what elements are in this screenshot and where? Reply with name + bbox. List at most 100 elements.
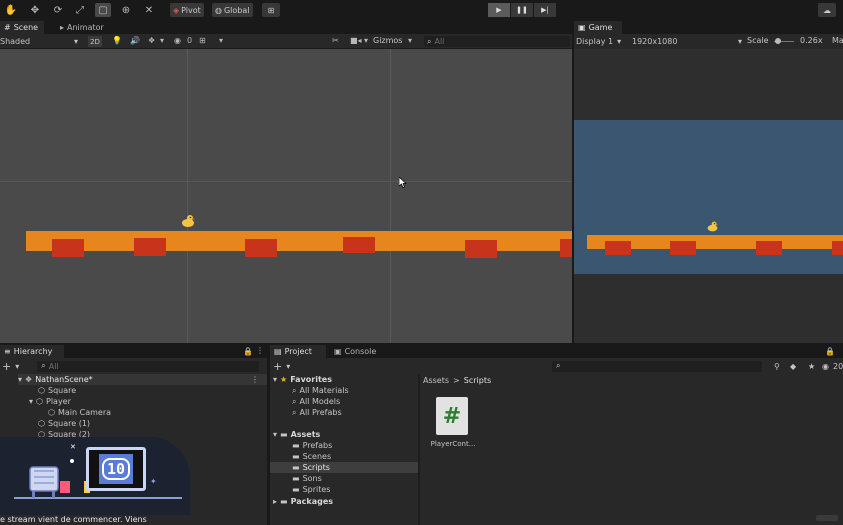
tab-project[interactable]: ▤ Project [270,345,326,358]
breadcrumb-current[interactable]: Scripts [464,376,491,385]
stream-overlay-card: 10 ✦ ✕ [0,437,190,515]
packages-label: Packages [290,497,333,506]
main-toolbar: ✋ ✥ ⟳ ⤢ ▢ ⊕ ✕ ◈ Pivot ◍ Global ⊞ ▶ ❚❚ ▶|… [0,0,843,20]
global-label: Global [223,5,250,15]
camera-icon[interactable]: ■◂ [350,36,362,45]
audio-icon[interactable]: 🔊 [130,36,140,45]
display-dropdown[interactable]: Display 1 ▾ [576,36,621,47]
lock-icon[interactable]: 🔒 [825,347,835,356]
hierarchy-item[interactable]: ⬡ Square (1) [38,418,90,429]
assets-folder[interactable]: ▬ Prefabs [292,440,332,451]
grid-line [0,181,572,182]
project-toolbar: + ▾ ⌕ ⚲ ◆ ★ ◉ 20 [270,359,843,373]
chevron-down-icon[interactable]: ▾ [286,362,290,371]
label-tag-icon[interactable]: ◆ [790,362,796,371]
hidden-layers-count: 0 [187,36,193,45]
red-block [52,239,84,257]
icon-size-slider[interactable] [816,515,838,521]
asset-file-name: PlayerCont... [430,440,476,448]
hierarchy-item-scene[interactable]: ▾ ❖ NathanScene* ⋮ [18,374,267,385]
breadcrumb-root[interactable]: Assets [423,376,449,385]
pause-button[interactable]: ❚❚ [511,3,533,17]
hierarchy-item-label: Player [46,397,71,406]
grid-snap-button[interactable]: ⊞ [262,3,280,17]
chevron-down-icon[interactable]: ▾ [364,36,368,45]
tab-hierarchy[interactable]: ≡ Hierarchy [0,345,64,358]
game-tabbar: ▣ Game [574,21,843,34]
more-options-icon[interactable]: ⋮ [251,375,259,384]
visibility-icon[interactable]: ◉ [174,36,181,45]
star-icon: ★ [280,375,288,384]
scene-search-input[interactable]: ⌕ All [424,36,570,47]
chevron-down-icon: ▾ [29,397,34,406]
tab-game[interactable]: ▣ Game [574,21,622,34]
assets-header[interactable]: ▾ ▬ Assets [273,429,320,440]
hierarchy-search-input[interactable]: ⌕ All [37,360,260,372]
move-tool-icon[interactable]: ✥ [27,3,43,17]
red-block [605,241,631,255]
scale-tool-icon[interactable]: ⤢ [72,3,88,17]
custom-tool-icon[interactable]: ✕ [141,3,157,17]
favorites-label: Favorites [290,375,332,384]
tab-scene[interactable]: # Scene [0,21,44,34]
add-icon[interactable]: + [270,360,282,373]
hierarchy-item[interactable]: ⬡ Square [38,385,76,396]
hand-tool-icon[interactable]: ✋ [3,3,19,17]
tools-icon[interactable]: ✂ [332,36,339,45]
gizmos-button[interactable]: Gizmos [373,36,402,45]
rect-tool-icon[interactable]: ▢ [95,3,111,17]
breadcrumb: Assets > Scripts [423,375,491,386]
filter-type-icon[interactable]: ⚲ [774,362,780,371]
chevron-down-icon[interactable]: ▾ [160,36,164,45]
lock-icon[interactable]: 🔒 [243,347,253,356]
visibility-icon[interactable]: ◉ [822,362,829,371]
folder-icon: ▬ [280,497,288,506]
add-icon[interactable]: + [0,360,11,373]
effects-icon[interactable]: ❖ [148,36,155,45]
scale-slider-handle[interactable] [775,38,781,44]
transform-tool-icon[interactable]: ⊕ [118,3,134,17]
more-options-icon[interactable]: ⋮ [256,346,264,355]
maximize-button[interactable]: Ma [832,36,843,45]
scene-viewport[interactable] [0,49,572,343]
pivot-toggle[interactable]: ◈ Pivot [170,3,204,17]
shading-mode-value: Shaded [0,37,31,46]
asset-file[interactable]: # PlayerCont... [428,397,478,457]
play-button[interactable]: ▶ [488,3,510,17]
shading-mode-dropdown[interactable]: Shaded ▾ [0,36,80,47]
account-button[interactable]: ☁ [818,3,836,17]
resolution-dropdown[interactable]: 1920x1080 ▾ [632,36,742,47]
2d-toggle[interactable]: 2D [88,36,102,47]
favorites-item[interactable]: ⌕ All Materials [292,385,349,396]
tab-animator[interactable]: ▸ Animator [56,21,108,34]
chevron-down-icon[interactable]: ▾ [15,362,19,371]
assets-folder-selected[interactable]: ▬ Scripts [270,462,418,473]
favorite-star-icon[interactable]: ★ [808,362,815,371]
favorites-item[interactable]: ⌕ All Prefabs [292,407,342,418]
favorites-item[interactable]: ⌕ All Models [292,396,340,407]
hierarchy-item[interactable]: ⬡ Main Camera [48,407,111,418]
global-toggle[interactable]: ◍ Global [212,3,253,17]
hierarchy-tabbar: ≡ Hierarchy 🔒 ⋮ [0,345,267,358]
game-viewport[interactable] [574,49,843,343]
tab-animator-label: Animator [67,23,104,32]
splitter[interactable] [418,374,420,525]
step-button[interactable]: ▶| [534,3,556,17]
rotate-tool-icon[interactable]: ⟳ [50,3,66,17]
lighting-icon[interactable]: 💡 [112,36,122,45]
favorites-header[interactable]: ▾ ★ Favorites [273,374,332,385]
assets-folder[interactable]: ▬ Sons [292,473,322,484]
tab-console[interactable]: ▣ Console [330,345,380,358]
chevron-down-icon[interactable]: ▾ [219,36,223,45]
chevron-down-icon[interactable]: ▾ [408,36,412,45]
hierarchy-item[interactable]: ▾ ⬡ Player [29,396,71,407]
project-search-input[interactable]: ⌕ [552,360,762,372]
red-block [134,238,166,256]
grid-snap-icon[interactable]: ⊞ [199,36,206,45]
hierarchy-item-label: Square [47,386,77,395]
assets-folder[interactable]: ▬ Scenes [292,451,331,462]
assets-folder[interactable]: ▬ Sprites [292,484,330,495]
red-block [560,239,572,257]
packages-header[interactable]: ▸ ▬ Packages [273,496,333,507]
search-icon: ⌕ [427,36,432,46]
